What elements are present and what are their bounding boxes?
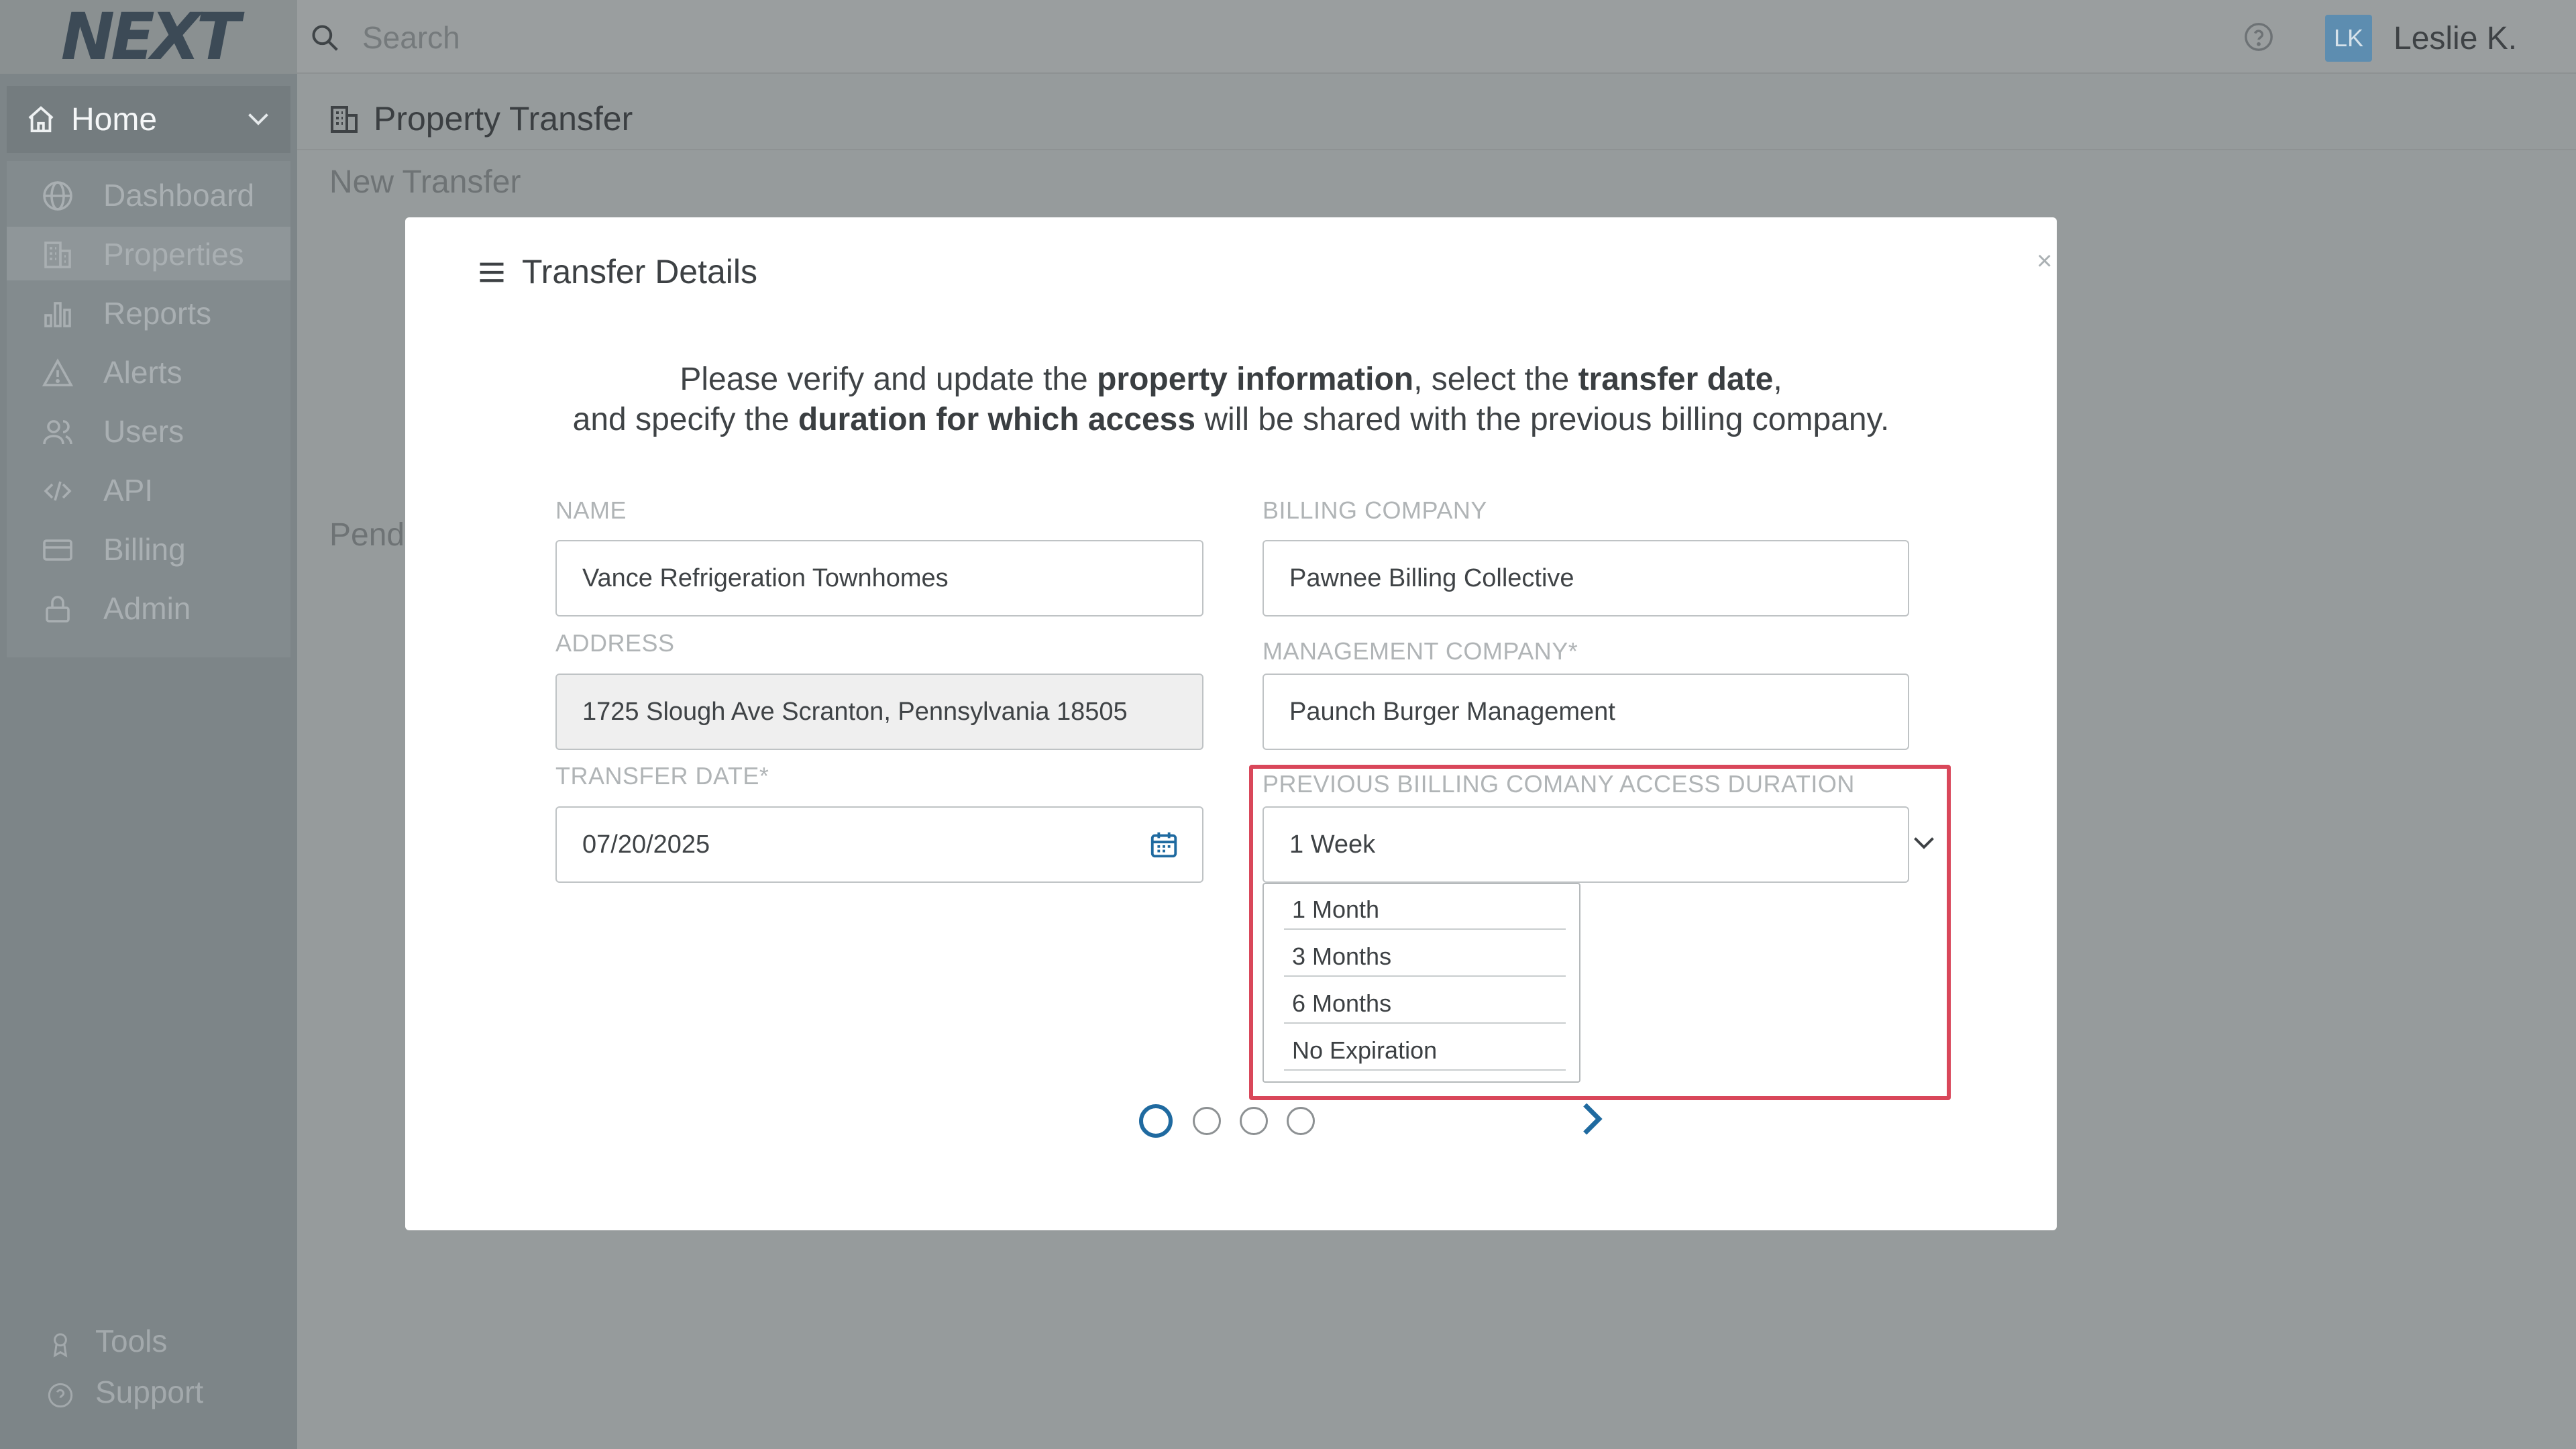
building-icon: [44, 241, 71, 268]
calendar-icon[interactable]: [1148, 829, 1179, 860]
search-input[interactable]: [362, 17, 966, 58]
sidebar-item-label: Tools: [95, 1324, 168, 1358]
users-icon: [43, 420, 72, 445]
bar-chart-icon: [44, 302, 71, 327]
modal-instructions: Please verify and update the property in…: [405, 360, 2057, 440]
sidebar-item-label: Support: [95, 1375, 204, 1409]
name-label: NAME: [555, 496, 627, 524]
search-icon: [312, 25, 338, 51]
section-pending: Pendi: [329, 517, 412, 553]
sidebar-item-label: Users: [103, 414, 184, 449]
dropdown-option-no-expiration[interactable]: No Expiration: [1284, 1030, 1566, 1071]
building-icon: [331, 106, 358, 133]
chevron-down-icon: [248, 113, 268, 125]
logo[interactable]: NEXT: [0, 0, 297, 74]
sidebar-item-label: Dashboard: [103, 178, 255, 213]
transfer-date-label: TRANSFER DATE*: [555, 762, 769, 790]
dropdown-option-3-months[interactable]: 3 Months: [1284, 936, 1566, 977]
name-field[interactable]: Vance Refrigeration Townhomes: [555, 540, 1203, 616]
access-duration-dropdown: 1 Month 3 Months 6 Months No Expiration: [1263, 883, 1580, 1083]
sidebar-home-label: Home: [71, 101, 158, 138]
address-field: 1725 Slough Ave Scranton, Pennsylvania 1…: [555, 674, 1203, 750]
sidebar-item-label: Billing: [103, 532, 186, 567]
chevron-down-icon[interactable]: [1912, 835, 1936, 852]
sidebar-item-label: Properties: [103, 237, 244, 272]
transfer-date-field[interactable]: 07/20/2025: [555, 806, 1203, 883]
sidebar-item-dashboard[interactable]: Dashboard: [7, 168, 290, 221]
lock-icon: [46, 596, 70, 623]
sidebar-item-alerts[interactable]: Alerts: [7, 345, 290, 398]
sidebar-item-billing[interactable]: Billing: [7, 522, 290, 576]
top-bar: NEXT LK Leslie K.: [0, 0, 2576, 74]
help-icon: [48, 1383, 73, 1408]
sidebar-item-label: Alerts: [103, 355, 182, 390]
close-icon[interactable]: ×: [2037, 251, 2057, 271]
intro-text: Please verify and update the: [680, 362, 1097, 397]
management-company-field[interactable]: Paunch Burger Management: [1263, 674, 1909, 750]
logo-text: NEXT: [60, 0, 240, 74]
sidebar: Home Dashboard Properties Reports Alerts…: [0, 74, 297, 1449]
sidebar-item-label: API: [103, 473, 154, 508]
section-new-transfer: New Transfer: [329, 164, 521, 200]
globe-icon: [43, 181, 72, 211]
sidebar-item-reports[interactable]: Reports: [7, 286, 290, 339]
intro-bold: duration for which access: [798, 402, 1196, 437]
page-title: Property Transfer: [374, 100, 633, 138]
help-icon[interactable]: [2243, 21, 2274, 52]
home-icon: [28, 106, 54, 133]
intro-text: will be shared with the previous billing…: [1195, 402, 1890, 437]
address-label: ADDRESS: [555, 629, 675, 657]
avatar[interactable]: LK: [2325, 15, 2372, 62]
sidebar-item-admin[interactable]: Admin: [7, 581, 290, 635]
sidebar-item-label: Reports: [103, 296, 212, 331]
intro-text: and specify the: [572, 402, 798, 437]
sidebar-home[interactable]: Home: [7, 86, 290, 153]
award-icon: [53, 1333, 68, 1358]
code-icon: [44, 481, 72, 501]
billing-company-label: BILLING COMPANY: [1263, 496, 1487, 524]
intro-text: ,: [1773, 362, 1782, 397]
user-name[interactable]: Leslie K.: [2394, 20, 2517, 57]
sidebar-item-users[interactable]: Users: [7, 404, 290, 458]
dropdown-option-6-months[interactable]: 6 Months: [1284, 983, 1566, 1024]
modal-title: Transfer Details: [522, 253, 758, 290]
step-indicator-1[interactable]: [1139, 1104, 1173, 1138]
sidebar-item-properties[interactable]: Properties: [7, 227, 290, 280]
step-indicator-4[interactable]: [1287, 1107, 1315, 1135]
dropdown-option-1-month[interactable]: 1 Month: [1284, 890, 1566, 930]
sidebar-item-api[interactable]: API: [7, 463, 290, 517]
intro-text: , select the: [1413, 362, 1578, 397]
page-header: Property Transfer: [297, 74, 2576, 150]
step-indicator-3[interactable]: [1240, 1107, 1268, 1135]
intro-bold: property information: [1097, 362, 1414, 397]
sidebar-item-label: Admin: [103, 591, 191, 626]
credit-card-icon: [43, 539, 72, 561]
alert-triangle-icon: [42, 358, 74, 386]
management-company-label: MANAGEMENT COMPANY*: [1263, 637, 1578, 665]
menu-icon: [480, 262, 504, 282]
billing-company-field[interactable]: Pawnee Billing Collective: [1263, 540, 1909, 616]
step-indicator-2[interactable]: [1193, 1107, 1221, 1135]
intro-bold: transfer date: [1578, 362, 1774, 397]
transfer-date-value: 07/20/2025: [582, 830, 710, 859]
chevron-right-icon[interactable]: [1575, 1100, 1607, 1138]
